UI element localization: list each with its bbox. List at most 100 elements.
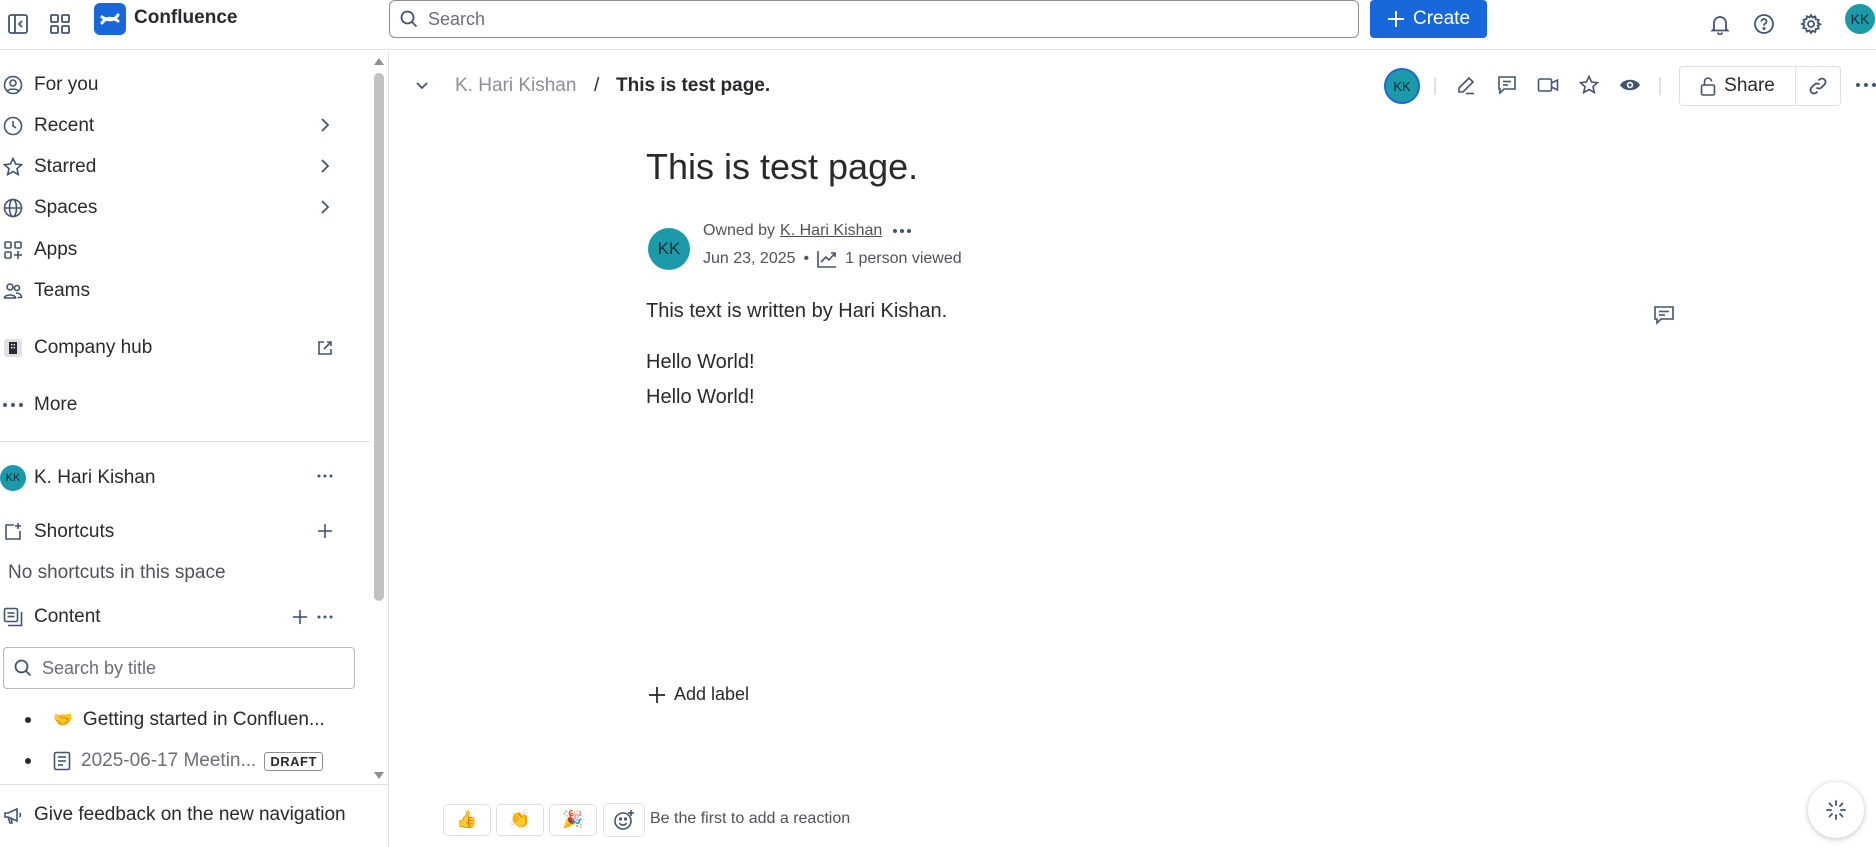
sidebar-item-label: Company hub (34, 337, 153, 358)
sidebar-item-company-hub[interactable]: Company hub (0, 329, 360, 367)
app-switcher-icon[interactable] (42, 6, 78, 42)
sidebar-item-label: For you (34, 74, 99, 95)
share-button[interactable]: Share (1680, 67, 1796, 105)
unlock-icon (1700, 76, 1716, 96)
add-reaction-icon[interactable] (603, 803, 645, 837)
reaction-party[interactable]: 🎉 (549, 804, 597, 836)
more-actions-icon[interactable] (1849, 68, 1876, 102)
people-icon (0, 278, 26, 304)
building-icon (0, 335, 26, 361)
give-feedback-link[interactable]: Give feedback on the new navigation (0, 795, 346, 835)
sidebar-item-recent[interactable]: Recent (0, 107, 360, 145)
sidebar-divider (0, 784, 389, 785)
sidebar-item-apps[interactable]: Apps (0, 231, 360, 269)
help-icon[interactable] (1746, 6, 1782, 42)
user-circle-icon (0, 72, 26, 98)
owner-avatar[interactable]: KK (648, 228, 690, 270)
settings-gear-icon[interactable] (1793, 6, 1829, 42)
space-avatar: KK (0, 465, 26, 491)
create-button[interactable]: Create (1370, 0, 1487, 38)
reaction-clap[interactable]: 👏 (496, 804, 544, 836)
owner-byline: Owned by K. Hari Kishan (703, 222, 912, 240)
video-icon[interactable] (1531, 68, 1565, 102)
copy-link-icon[interactable] (1796, 67, 1840, 105)
body-paragraph: Hello World! (646, 386, 755, 408)
view-count[interactable]: 1 person viewed (845, 250, 962, 268)
watch-eye-icon[interactable] (1613, 68, 1647, 102)
chevron-down-icon[interactable] (414, 78, 430, 94)
add-shortcut-icon[interactable] (316, 522, 334, 540)
space-more-icon[interactable] (316, 467, 334, 485)
inline-comment-icon[interactable] (1653, 305, 1675, 325)
body-paragraph: This text is written by Hari Kishan. (646, 300, 948, 322)
sidebar-item-teams[interactable]: Teams (0, 272, 360, 310)
sidebar-item-label: Apps (34, 239, 78, 260)
plus-icon (1387, 10, 1405, 28)
create-label: Create (1412, 8, 1471, 29)
sidebar-divider (0, 441, 370, 442)
page-title: This is test page. (646, 146, 919, 187)
app-name[interactable]: Confluence (134, 7, 237, 29)
breadcrumb-current[interactable]: This is test page. (616, 75, 770, 97)
sidebar-item-more[interactable]: More (0, 386, 360, 424)
no-shortcuts-text: No shortcuts in this space (8, 562, 226, 583)
megaphone-icon (0, 805, 26, 825)
external-link-icon[interactable] (316, 339, 334, 357)
sidebar-item-spaces[interactable]: Spaces (0, 189, 360, 227)
breadcrumb-separator: / (594, 75, 600, 96)
shortcuts-section[interactable]: Shortcuts (0, 513, 360, 551)
comment-icon[interactable] (1490, 68, 1524, 102)
user-avatar[interactable]: KK (1845, 4, 1875, 34)
sidebar-item-starred[interactable]: Starred (0, 148, 360, 186)
list-bullet (25, 717, 31, 723)
handshake-emoji-icon: 🤝 (53, 712, 73, 729)
page-header: K. Hari Kishan / This is test page. KK S… (390, 51, 1876, 121)
search-icon (400, 10, 418, 28)
sidebar-item-label: Starred (34, 156, 97, 177)
apps-icon (0, 237, 26, 263)
search-by-title-placeholder: Search by title (42, 657, 157, 678)
owner-link[interactable]: K. Hari Kishan (780, 222, 882, 240)
sidebar-item-label: Recent (34, 115, 95, 136)
sidebar-item-label: Spaces (34, 197, 98, 218)
space-name: K. Hari Kishan (34, 467, 156, 488)
tree-item-meeting-notes[interactable]: 2025-06-17 Meetin... DRAFT (0, 743, 323, 779)
plus-icon (648, 686, 666, 704)
notifications-icon[interactable] (1702, 6, 1738, 42)
chevron-right-icon[interactable] (316, 198, 334, 216)
ai-assist-icon[interactable] (1808, 782, 1864, 838)
confluence-logo-icon[interactable] (94, 3, 126, 35)
content-more-icon[interactable] (316, 608, 334, 626)
edit-pencil-icon[interactable] (1449, 68, 1483, 102)
body-paragraph: Hello World! (646, 351, 755, 373)
sidebar-item-for-you[interactable]: For you (0, 66, 360, 104)
collapse-sidebar-icon[interactable] (0, 6, 36, 42)
star-icon[interactable] (1572, 68, 1606, 102)
space-header[interactable]: KK K. Hari Kishan (0, 459, 360, 497)
search-icon (14, 659, 32, 677)
list-bullet (25, 758, 31, 764)
add-label-button[interactable]: Add label (648, 684, 749, 705)
owner-more-icon[interactable] (892, 228, 912, 234)
chevron-right-icon[interactable] (316, 157, 334, 175)
chevron-right-icon[interactable] (316, 116, 334, 134)
add-label-text: Add label (674, 684, 750, 704)
search-input[interactable]: Search (389, 0, 1359, 38)
tree-item-getting-started[interactable]: 🤝 Getting started in Confluen... (0, 702, 325, 738)
clock-icon (0, 113, 26, 139)
sidebar-scrollbar-thumb[interactable] (374, 73, 384, 601)
header-divider (1659, 77, 1661, 95)
reaction-thumbs-up[interactable]: 👍 (443, 804, 491, 836)
sidebar: For you Recent Starred Spaces Apps Teams… (0, 51, 389, 847)
more-icon (0, 392, 26, 418)
search-by-title-input[interactable]: Search by title (3, 647, 355, 689)
tree-item-label: Getting started in Confluen... (82, 709, 325, 730)
add-content-icon[interactable] (291, 608, 309, 626)
feedback-label: Give feedback on the new navigation (34, 804, 346, 825)
page-meta: Jun 23, 2025 • 1 person viewed (703, 250, 962, 268)
viewer-avatar[interactable]: KK (1384, 68, 1420, 104)
page-icon (53, 751, 71, 771)
search-placeholder: Search (428, 8, 486, 29)
content-section[interactable]: Content (0, 598, 360, 636)
breadcrumb-space[interactable]: K. Hari Kishan (455, 75, 576, 97)
